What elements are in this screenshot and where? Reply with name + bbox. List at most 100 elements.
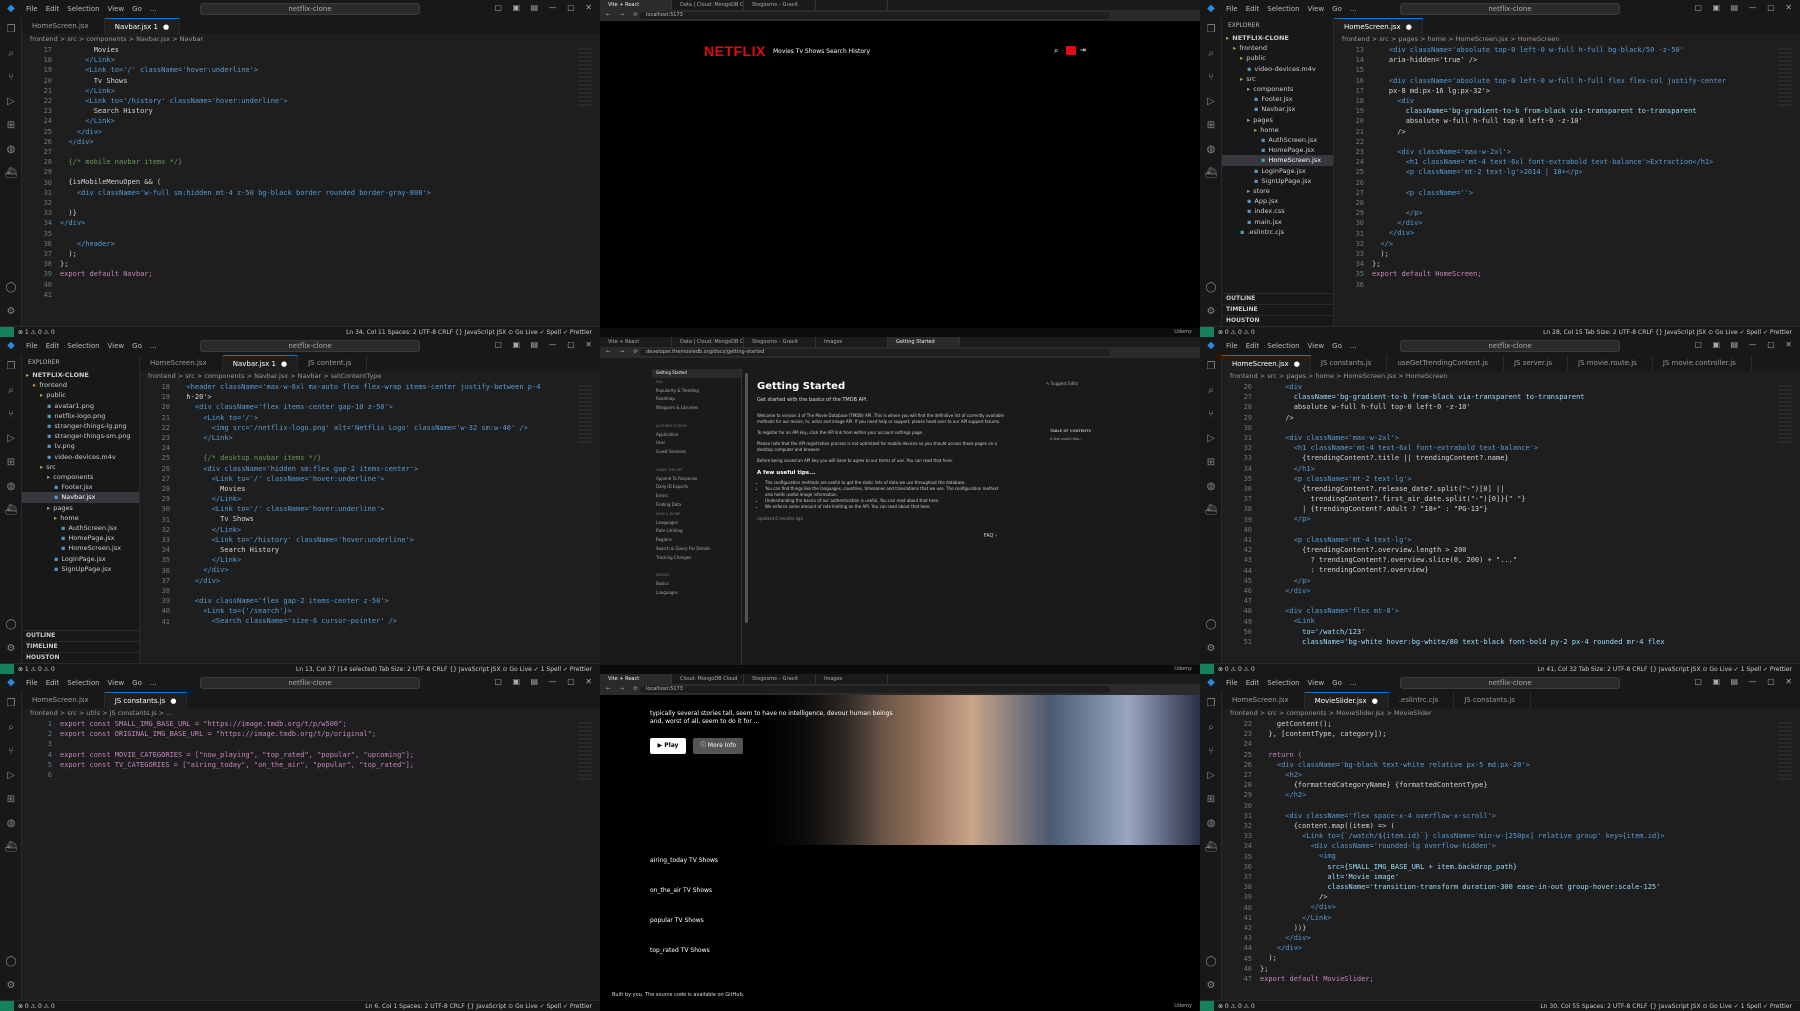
account-icon[interactable]: ◯ — [1200, 613, 1222, 637]
search-icon[interactable]: ⌕ — [0, 716, 22, 740]
code-line[interactable] — [1260, 525, 1800, 535]
source-control-icon[interactable]: ⑂ — [1200, 403, 1222, 427]
code-line[interactable]: <h2> — [1260, 770, 1800, 780]
code-line[interactable]: getContent(); — [1260, 719, 1800, 729]
docs-nav-item[interactable]: Search & Query For Details — [652, 545, 741, 554]
sidebar-section[interactable]: TIMELINE — [1222, 304, 1333, 315]
code-line[interactable]: <header className='max-w-6xl mx-auto fle… — [178, 382, 600, 392]
extensions-icon[interactable]: ⊞ — [1200, 788, 1222, 812]
search-icon[interactable]: ⌕ — [1200, 379, 1222, 403]
problems-indicator[interactable]: ⊗ 1 ⚠ 0 ⚠ 0 — [14, 329, 59, 336]
close-icon[interactable]: ● — [170, 697, 176, 705]
code-line[interactable]: {formattedCategoryName} {formattedConten… — [1260, 780, 1800, 790]
gear-icon[interactable]: ⚙ — [0, 974, 22, 998]
browser-tab[interactable]: Images — [816, 674, 888, 684]
browser-tab[interactable]: Images — [816, 337, 888, 347]
editor-tab[interactable]: useGetTrendingContent.js — [1387, 355, 1504, 371]
code-line[interactable]: </Link> — [178, 494, 600, 504]
menu-item[interactable]: Selection — [1263, 5, 1303, 13]
code-line[interactable]: <Link to='/' className='hover:underline'… — [60, 65, 600, 75]
files-icon[interactable]: ❐ — [1200, 692, 1222, 716]
file-tree-item[interactable]: ▪ avatar1.png — [22, 401, 139, 411]
menu-item[interactable]: Selection — [63, 5, 103, 13]
gear-icon[interactable]: ⚙ — [0, 300, 22, 324]
docs-nav-item[interactable] — [652, 413, 741, 422]
file-tree-item[interactable]: ▪ HomeScreen.jsx — [1222, 155, 1333, 166]
remote-indicator-icon[interactable] — [1200, 663, 1214, 674]
search-icon[interactable]: ⌕ — [1200, 42, 1222, 66]
search-icon[interactable]: ⌕ — [0, 42, 22, 66]
file-tree-item[interactable]: ▪ main.jsx — [1222, 217, 1333, 227]
menu-item[interactable]: Selection — [63, 342, 103, 350]
file-tree-item[interactable]: ▪ HomeScreen.jsx — [22, 543, 139, 553]
file-tree-item[interactable]: ▸ home — [22, 513, 139, 523]
file-tree-item[interactable]: ▪ tv.png — [22, 441, 139, 451]
code-line[interactable] — [60, 167, 600, 177]
code-line[interactable]: <div className='flex space-x-4 overflow-… — [1260, 811, 1800, 821]
browser-tab[interactable]: Vite + React — [600, 337, 672, 347]
code-line[interactable]: <p className='mt-2 text-lg'>2014 | 18+</… — [1372, 167, 1800, 177]
minimap[interactable] — [1778, 385, 1792, 445]
breadcrumb[interactable]: frontend > src > components > Navbar.jsx… — [140, 371, 600, 382]
code-line[interactable]: <div — [1260, 382, 1800, 392]
menu-item[interactable]: ... — [146, 5, 161, 13]
code-line[interactable]: <img src='/netflix-logo.png' alt='Netfli… — [178, 423, 600, 433]
code-line[interactable]: </h2> — [1260, 790, 1800, 800]
file-tree-item[interactable]: ▪ index.css — [1222, 206, 1333, 216]
file-tree-item[interactable]: ▪ SignUpPage.jsx — [1222, 176, 1333, 186]
gear-icon[interactable]: ⚙ — [1200, 637, 1222, 661]
code-line[interactable]: </div> — [1260, 902, 1800, 912]
code-line[interactable]: px-8 md:px-16 lg:px-32'> — [1372, 86, 1800, 96]
browser-tab[interactable]: Stegosmo – Gravit — [744, 674, 816, 684]
editor-tab[interactable]: HomeScreen.jsx — [22, 692, 105, 708]
close-icon[interactable]: ● — [1294, 360, 1300, 368]
code-line[interactable]: <Link to={'/search'}> — [178, 606, 600, 616]
menu-item[interactable]: Go — [128, 5, 146, 13]
file-tree-item[interactable]: ▸ pages — [1222, 115, 1333, 125]
code-line[interactable]: /> — [1260, 413, 1800, 423]
code-line[interactable]: </div> — [1372, 228, 1800, 238]
menu-item[interactable]: View — [104, 679, 129, 687]
suggest-edits-label[interactable]: Suggest Edits — [1051, 381, 1078, 386]
source-control-icon[interactable]: ⑂ — [0, 66, 22, 90]
status-right[interactable]: Ln 28, Col 15 Tab Size: 2 UTF-8 CRLF {} … — [1543, 329, 1792, 336]
logout-icon[interactable]: ⇥ — [1080, 46, 1086, 54]
file-tree-item[interactable]: ▸ NETFLIX-CLONE — [22, 370, 139, 380]
code-line[interactable]: </h1> — [1260, 464, 1800, 474]
sidebar-section[interactable]: TIMELINE — [22, 641, 139, 652]
code-line[interactable]: <div className='max-w-2xl'> — [1260, 433, 1800, 443]
code-line[interactable]: export default Navbar; — [60, 269, 600, 279]
sidebar-section[interactable]: OUTLINE — [22, 630, 139, 641]
code-line[interactable]: </Link> — [1260, 913, 1800, 923]
run-debug-icon[interactable]: ▷ — [0, 764, 22, 788]
gear-icon[interactable]: ⚙ — [1200, 300, 1222, 324]
code-line[interactable]: <Search className='size-6 cursor-pointer… — [178, 616, 600, 626]
next-link-label[interactable]: FAQ — [984, 533, 994, 539]
editor-tab[interactable]: Navbar.jsx 1 ● — [104, 18, 181, 34]
editor-tab[interactable]: .eslintrc.cjs — [1389, 692, 1455, 708]
menu-item[interactable]: Go — [1328, 679, 1346, 687]
docs-scrollbar[interactable] — [745, 373, 748, 623]
code-line[interactable]: export const MOVIE_CATEGORIES = ["now_pl… — [60, 750, 600, 760]
back-forward-icons[interactable]: ← → ⟳ — [606, 347, 642, 358]
code-line[interactable]: {trendingContent?.overview.length > 200 — [1260, 545, 1800, 555]
code-line[interactable]: export default MovieSlider; — [1260, 974, 1800, 984]
editor-tab[interactable]: Navbar.jsx 1 ● — [222, 355, 299, 371]
code-line[interactable]: </div> — [60, 127, 600, 137]
remote-icon[interactable]: ◍ — [1200, 475, 1222, 499]
code-line[interactable] — [60, 770, 600, 780]
run-debug-icon[interactable]: ▷ — [1200, 764, 1222, 788]
file-tree-item[interactable]: ▪ HomePage.jsx — [1222, 145, 1333, 155]
remote-icon[interactable]: ◍ — [1200, 812, 1222, 836]
editor-tab[interactable]: HomeScreen.jsx ● — [1222, 355, 1311, 371]
status-right[interactable]: Ln 13, Col 37 (14 selected) Tab Size: 2 … — [296, 666, 592, 673]
docs-nav-item[interactable] — [652, 563, 741, 572]
editor-tab[interactable]: HomeScreen.jsx — [1222, 692, 1305, 708]
code-line[interactable]: ))} — [1260, 923, 1800, 933]
code-line[interactable]: /> — [1372, 127, 1800, 137]
minimap[interactable] — [578, 48, 592, 108]
file-tree-item[interactable]: ▸ src — [1222, 74, 1333, 84]
remote-icon[interactable]: ◍ — [0, 138, 22, 162]
code-line[interactable]: <p className=''> — [1372, 188, 1800, 198]
code-line[interactable]: <div className='absolute top-0 left-0 w-… — [1372, 76, 1800, 86]
